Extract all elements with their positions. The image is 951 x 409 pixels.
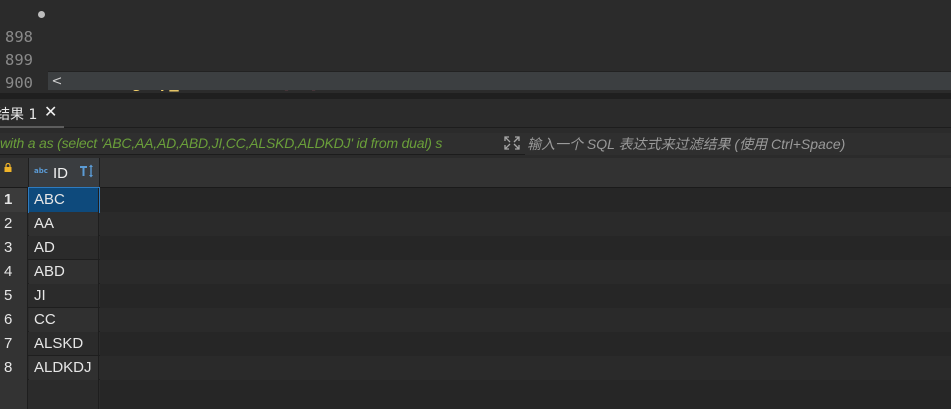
sql-editor[interactable]: 898 with a as (select 'ABC,AA,AD,ABD,JI,…	[0, 0, 951, 115]
row-filler	[100, 212, 951, 236]
row-filler	[100, 332, 951, 356]
table-row[interactable]: 3 AD	[0, 236, 951, 260]
id-cell[interactable]: AA	[29, 212, 99, 236]
row-number-cell[interactable]: 7	[0, 332, 28, 356]
row-number-cell[interactable]: 8	[0, 356, 28, 380]
row-filler	[100, 188, 951, 212]
empty-cell	[29, 380, 99, 409]
lock-icon	[4, 163, 12, 172]
code-line[interactable]: 899 select regexp_substr(id,'[^,]+',1,ro…	[0, 26, 951, 92]
table-row[interactable]: 2 AA	[0, 212, 951, 236]
table-row[interactable]: 8 ALDKDJ	[0, 356, 951, 380]
table-row[interactable]: 1 ABC	[0, 187, 951, 213]
row-filler	[100, 236, 951, 260]
code-line[interactable]: 900 connect by rownum <= length(regexp_r…	[0, 49, 951, 115]
row-number-cell[interactable]: 3	[0, 236, 28, 260]
row-number-cell[interactable]: 5	[0, 284, 28, 308]
row-number-cell	[0, 380, 28, 409]
tab-label: 结果 1	[0, 107, 38, 123]
row-filler	[100, 260, 951, 284]
id-cell[interactable]: ABD	[29, 260, 99, 284]
fold-marker-icon[interactable]	[38, 11, 45, 18]
results-tab-bar: 结果 1 ✕	[0, 99, 951, 128]
text-type-icon: abc	[34, 167, 48, 175]
expand-icon[interactable]	[502, 134, 522, 152]
close-icon[interactable]: ✕	[44, 102, 57, 121]
row-filler	[100, 308, 951, 332]
sql-preview-text[interactable]: with a as (select 'ABC,AA,AD,ABD,JI,CC,A…	[0, 135, 498, 151]
row-number-cell[interactable]: 2	[0, 212, 28, 236]
sort-filter-icon[interactable]	[79, 164, 95, 180]
column-header-id[interactable]: abc ID	[28, 158, 100, 188]
row-filler	[100, 284, 951, 308]
column-name: ID	[53, 165, 68, 182]
id-cell[interactable]: CC	[29, 308, 99, 332]
id-cell[interactable]: ALDKDJ	[29, 356, 99, 380]
empty-row	[0, 380, 951, 409]
tab-result-1[interactable]: 结果 1 ✕	[0, 99, 64, 128]
id-cell[interactable]: ALSKD	[29, 332, 99, 356]
table-row[interactable]: 6 CC	[0, 308, 951, 332]
scroll-left-icon[interactable]: <	[48, 72, 66, 91]
grid-header: abc ID	[0, 158, 951, 188]
filter-input[interactable]	[525, 133, 951, 155]
row-filler	[100, 356, 951, 380]
editor-horizontal-scrollbar[interactable]: <	[48, 71, 951, 90]
id-cell[interactable]: JI	[29, 284, 99, 308]
empty-area	[100, 380, 951, 409]
code-line[interactable]: 898 with a as (select 'ABC,AA,AD,ABD,JI,…	[0, 3, 951, 92]
id-cell[interactable]: AD	[29, 236, 99, 260]
line-number: 900	[5, 74, 33, 92]
table-row[interactable]: 4 ABD	[0, 260, 951, 284]
table-row[interactable]: 5 JI	[0, 284, 951, 308]
filter-bar: with a as (select 'ABC,AA,AD,ABD,JI,CC,A…	[0, 133, 951, 155]
table-row[interactable]: 7 ALSKD	[0, 332, 951, 356]
id-cell[interactable]: ABC	[28, 187, 100, 213]
row-number-cell[interactable]: 6	[0, 308, 28, 332]
result-grid[interactable]: abc ID 1 ABC 2 AA 3 AD 4 ABD 5 JI 6 CC 7 ALSKD 8 ALDKDJ	[0, 158, 951, 409]
row-number-cell[interactable]: 4	[0, 260, 28, 284]
row-number-cell[interactable]: 1	[0, 188, 28, 212]
